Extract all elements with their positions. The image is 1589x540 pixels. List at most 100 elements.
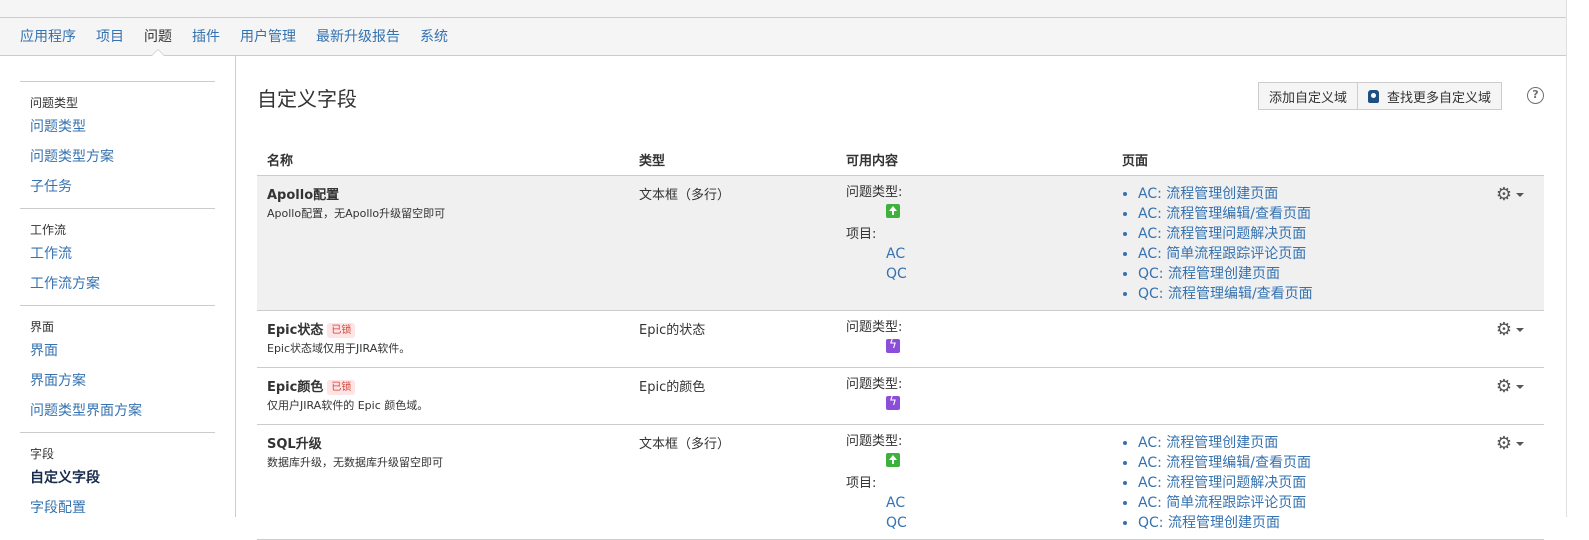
field-type: 文本框（多行） [629,175,836,311]
improvement-icon [886,204,900,218]
sidebar-item-workflows[interactable]: 工作流 [20,239,215,269]
gear-dropdown[interactable]: ⚙ [1496,433,1524,454]
screen-link[interactable]: QC: 流程管理创建页面 [1138,266,1280,282]
find-more-label: 查找更多自定义域 [1387,90,1492,106]
sidebar-item-workflow-schemes[interactable]: 工作流方案 [20,269,215,299]
field-type: 文本框（多行） [629,424,836,540]
chevron-down-icon [1516,327,1524,332]
nav-user-management[interactable]: 用户管理 [240,18,296,56]
operations-cell: ⚙ [1472,310,1544,368]
gear-dropdown[interactable]: ⚙ [1496,184,1524,205]
screen-link[interactable]: QC: 流程管理创建页面 [1138,515,1280,531]
list-item: AC: 简单流程跟踪评论页面 [1138,493,1462,513]
sidebar-section-fields: 字段 自定义字段 字段配置 [20,432,215,529]
screen-link[interactable]: QC: 流程管理编辑/查看页面 [1138,286,1313,302]
sidebar-section-title: 字段 [30,447,55,461]
column-header-context: 可用内容 [836,144,1112,176]
locked-badge: 已锁 [327,323,356,338]
issue-types-label: 问题类型: [846,434,903,449]
projects-label: 项目: [846,227,877,242]
sidebar-item-subtasks[interactable]: 子任务 [20,172,215,202]
nav-link[interactable]: 最新升级报告 [316,29,400,45]
table-row: Epic状态 已锁 Epic状态域仅用于JIRA软件。 Epic的状态 问题类型:… [257,310,1544,368]
sidebar-item-issue-type-schemes[interactable]: 问题类型方案 [20,142,215,172]
field-name-wrap: Epic状态 已锁 [267,319,619,338]
field-description: Epic状态域仅用于JIRA软件。 [267,342,411,355]
chevron-down-icon [1516,441,1524,446]
nav-system[interactable]: 系统 [420,18,448,56]
header-actions: 添加自定义域 查找更多自定义域 [1258,82,1503,110]
list-item: AC: 流程管理编辑/查看页面 [1138,453,1462,473]
projects-label: 项目: [846,476,877,491]
list-item: AC: 流程管理创建页面 [1138,184,1462,204]
admin-nav: 应用程序 项目 问题 插件 用户管理 最新升级报告 系统 [0,18,1566,57]
list-item: QC: 流程管理创建页面 [1138,264,1462,284]
project-link[interactable]: AC [886,493,1102,513]
screen-link[interactable]: AC: 流程管理创建页面 [1138,186,1278,202]
table-row: SQL升级 数据库升级，无数据库升级留空即可 文本框（多行） 问题类型: 项目:… [257,424,1544,540]
epic-icon [886,337,900,353]
locked-badge: 已锁 [327,380,356,395]
screen-link[interactable]: AC: 简单流程跟踪评论页面 [1138,246,1306,262]
field-description: 仅用户JIRA软件的 Epic 颜色域。 [267,399,429,412]
sidebar-item-issue-type-screen-schemes[interactable]: 问题类型界面方案 [20,396,215,426]
sidebar-item-screens[interactable]: 界面 [20,336,215,366]
table-row: Apollo配置 Apollo配置，无Apollo升级留空即可 文本框（多行） … [257,175,1544,311]
field-context-cell: 问题类型: [836,310,1112,368]
nav-projects[interactable]: 项目 [96,18,124,56]
project-link[interactable]: QC [886,264,1102,284]
screen-link[interactable]: AC: 流程管理问题解决页面 [1138,226,1306,242]
add-custom-field-button[interactable]: 添加自定义域 [1258,82,1359,110]
nav-link-active[interactable]: 问题 [144,29,172,45]
sidebar-section-issue-types: 问题类型 问题类型 问题类型方案 子任务 [20,81,215,208]
epic-icon [886,394,900,410]
field-context-cell: 问题类型: 项目: AC QC [836,424,1112,540]
project-link[interactable]: QC [886,513,1102,533]
help-icon[interactable]: ? [1527,87,1544,104]
nav-link[interactable]: 插件 [192,29,220,45]
nav-issues[interactable]: 问题 [144,18,172,57]
nav-link[interactable]: 项目 [96,29,124,45]
nav-link[interactable]: 用户管理 [240,29,296,45]
sidebar-section-title: 工作流 [30,223,67,237]
sidebar-item-custom-fields[interactable]: 自定义字段 [20,463,215,493]
sidebar-item-issue-types[interactable]: 问题类型 [20,112,215,142]
list-item: AC: 简单流程跟踪评论页面 [1138,244,1462,264]
screen-link[interactable]: AC: 流程管理创建页面 [1138,435,1278,451]
field-type: Epic的颜色 [629,367,836,425]
nav-link[interactable]: 应用程序 [20,29,76,45]
list-item: QC: 流程管理创建页面 [1138,513,1462,533]
field-name-cell: Apollo配置 Apollo配置，无Apollo升级留空即可 [257,175,629,311]
field-screens-cell: AC: 流程管理创建页面 AC: 流程管理编辑/查看页面 AC: 流程管理问题解… [1112,424,1472,540]
screen-link[interactable]: AC: 流程管理问题解决页面 [1138,475,1306,491]
field-name: Epic颜色 [267,380,324,395]
screen-link[interactable]: AC: 简单流程跟踪评论页面 [1138,495,1306,511]
nav-applications[interactable]: 应用程序 [20,18,76,56]
chevron-down-icon [1516,384,1524,389]
column-header-screens: 页面 [1112,144,1472,176]
operations-cell: ⚙ [1472,367,1544,425]
sidebar-item-field-configurations[interactable]: 字段配置 [20,493,215,523]
sidebar-section-title: 界面 [30,320,55,334]
window-scrollbar[interactable] [1566,0,1589,517]
find-more-custom-fields-button[interactable]: 查找更多自定义域 [1358,82,1503,110]
field-type: Epic的状态 [629,310,836,368]
gear-dropdown[interactable]: ⚙ [1496,319,1524,340]
page-title: 自定义字段 [257,87,357,111]
screen-link[interactable]: AC: 流程管理编辑/查看页面 [1138,455,1311,471]
column-header-type: 类型 [629,144,836,176]
sidebar-section-title: 问题类型 [30,96,79,110]
main-content: 自定义字段 添加自定义域 查找更多自定义域 ? 名称 类型 可用内容 页面 Ap… [237,56,1566,540]
gear-dropdown[interactable]: ⚙ [1496,376,1524,397]
list-item: AC: 流程管理编辑/查看页面 [1138,204,1462,224]
project-link[interactable]: AC [886,244,1102,264]
nav-addons[interactable]: 插件 [192,18,220,56]
custom-fields-table: 名称 类型 可用内容 页面 Apollo配置 Apollo配置，无Apollo升… [257,144,1544,540]
screen-link[interactable]: AC: 流程管理编辑/查看页面 [1138,206,1311,222]
sidebar: 问题类型 问题类型 问题类型方案 子任务 工作流 工作流 工作流方案 界面 界面… [0,56,236,517]
sidebar-item-screen-schemes[interactable]: 界面方案 [20,366,215,396]
operations-cell: ⚙ [1472,424,1544,540]
nav-link[interactable]: 系统 [420,29,448,45]
nav-upgrade-report[interactable]: 最新升级报告 [316,18,400,56]
gear-icon: ⚙ [1495,376,1512,397]
